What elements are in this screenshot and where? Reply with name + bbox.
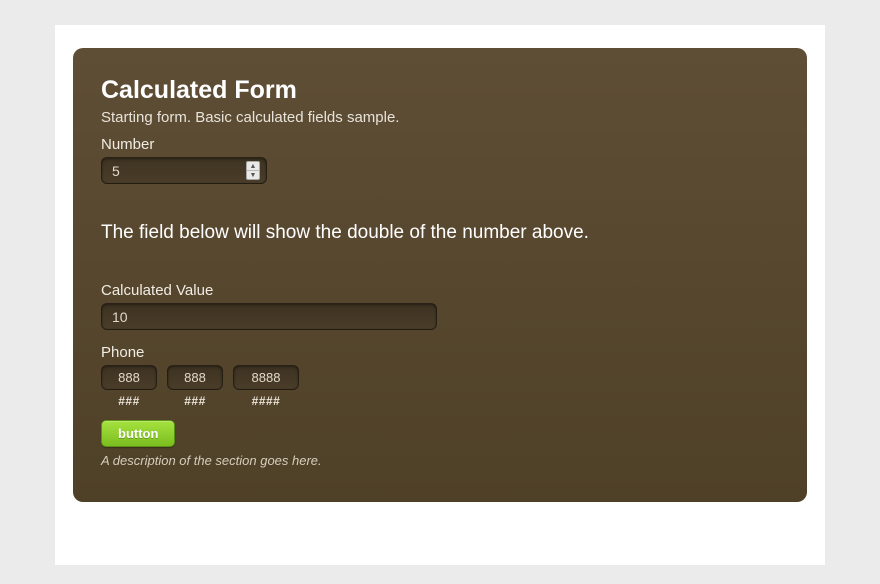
form-subtitle: Starting form. Basic calculated fields s… bbox=[101, 109, 779, 126]
phone-segment-2: 888 ### bbox=[167, 365, 223, 408]
phone-segment-1: 888 ### bbox=[101, 365, 157, 408]
page-card: Calculated Form Starting form. Basic cal… bbox=[55, 25, 825, 565]
phone-hint-1: ### bbox=[101, 394, 157, 408]
number-label: Number bbox=[101, 136, 779, 153]
number-spinner: ▲ ▼ bbox=[246, 161, 260, 180]
phone-input-2[interactable]: 888 bbox=[167, 365, 223, 390]
submit-button[interactable]: button bbox=[101, 420, 175, 447]
phone-hint-3: #### bbox=[233, 394, 299, 408]
phone-row: 888 ### 888 ### 8888 #### bbox=[101, 365, 779, 408]
phone-input-3[interactable]: 8888 bbox=[233, 365, 299, 390]
calculated-value: 10 bbox=[112, 309, 128, 325]
number-input[interactable]: 5 ▲ ▼ bbox=[101, 157, 267, 184]
phone-label: Phone bbox=[101, 344, 779, 361]
spinner-up-icon[interactable]: ▲ bbox=[247, 162, 259, 171]
calculated-label: Calculated Value bbox=[101, 282, 779, 299]
number-input-value[interactable]: 5 bbox=[112, 163, 246, 179]
form-panel: Calculated Form Starting form. Basic cal… bbox=[73, 48, 807, 502]
form-title: Calculated Form bbox=[101, 76, 779, 105]
calculated-input[interactable]: 10 bbox=[101, 303, 437, 330]
phone-segment-3: 8888 #### bbox=[233, 365, 299, 408]
phone-input-1[interactable]: 888 bbox=[101, 365, 157, 390]
phone-hint-2: ### bbox=[167, 394, 223, 408]
spinner-down-icon[interactable]: ▼ bbox=[247, 171, 259, 179]
section-description: A description of the section goes here. bbox=[101, 453, 779, 468]
info-text: The field below will show the double of … bbox=[101, 222, 779, 244]
